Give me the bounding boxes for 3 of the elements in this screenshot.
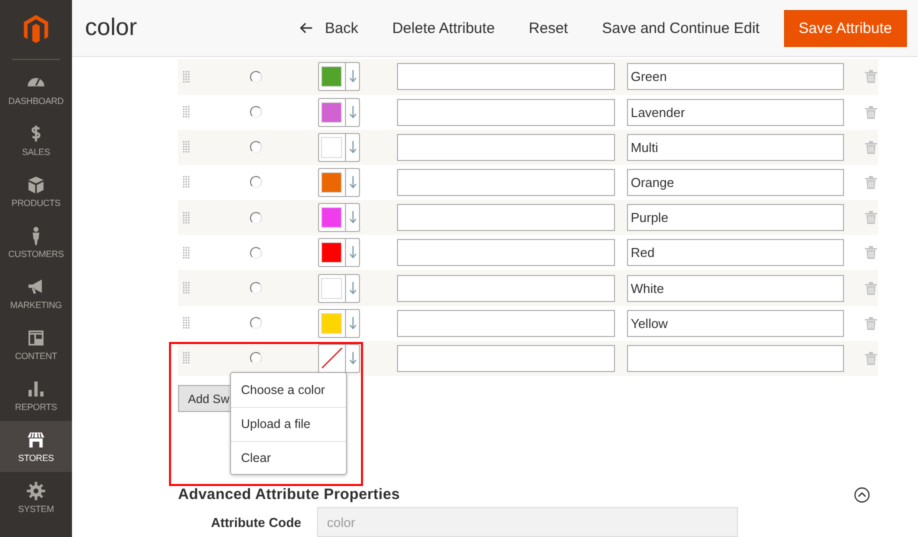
- page-title: color: [85, 14, 138, 42]
- field-label: Attribute Code: [211, 514, 302, 530]
- section-title: Advanced Attribute Properties: [178, 486, 400, 503]
